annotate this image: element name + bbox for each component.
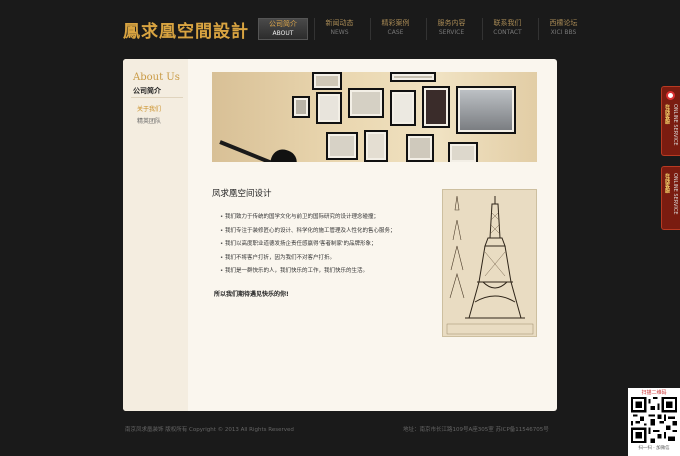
photo-frame — [292, 96, 310, 118]
qr-code-icon — [631, 397, 677, 443]
nav-label-en: XICI BBS — [550, 29, 577, 36]
photo-frame — [406, 134, 434, 162]
eiffel-tower-drawing — [446, 195, 534, 335]
nav-item-news[interactable]: 新闻动态 NEWS — [314, 18, 364, 40]
sidebar-title: About Us — [133, 72, 180, 83]
lamp-arm — [219, 140, 277, 162]
photo-frame — [312, 72, 342, 90]
eiffel-tower-illustration — [442, 189, 537, 337]
photo-frame — [316, 92, 342, 124]
nav-label-cn: 西檬论坛 — [549, 19, 578, 27]
lamp-head — [270, 146, 300, 162]
nav-item-bbs[interactable]: 西檬论坛 XICI BBS — [538, 18, 588, 40]
list-item: 我们是一群快乐的人，我们快乐的工作，我们快乐的生活。 — [220, 265, 396, 279]
nav-item-contact[interactable]: 联系我们 CONTACT — [482, 18, 532, 40]
list-item: 我们专注于装修匠心的设计、科学化的施工管理及人性化的售心服务； — [220, 225, 396, 239]
content-title: 凤求凰空间设计 — [212, 189, 272, 199]
photo-frame — [422, 86, 450, 128]
qr-code-box[interactable]: 扫描二维码 扫一扫 · 加微信 — [628, 388, 680, 456]
online-service-qq-button[interactable]: 在线客服 ONLINE SERVICE — [661, 86, 680, 156]
footer-copyright: 南京凤求凰装饰 版权所有 Copyright © 2013 All Rights… — [125, 427, 294, 433]
nav-label-cn: 联系我们 — [493, 19, 522, 27]
site-logo[interactable]: 鳳求凰空間設計 — [123, 17, 249, 42]
nav-label-cn: 新闻动态 — [325, 19, 354, 27]
main-nav: 公司简介 ABOUT 新闻动态 NEWS 精彩案例 CASE 服务内容 SERV… — [258, 18, 594, 40]
service-label-en: ONLINE SERVICE — [672, 104, 678, 146]
nav-label-cn: 精彩案例 — [381, 19, 410, 27]
qr-caption-bottom: 扫一扫 · 加微信 — [638, 446, 670, 451]
photo-frame — [448, 142, 478, 162]
photo-frame — [390, 90, 416, 126]
photo-frame — [390, 72, 436, 82]
photo-frame — [364, 130, 388, 162]
nav-label-en: ABOUT — [272, 30, 294, 37]
nav-label-en: NEWS — [330, 29, 349, 36]
feature-list: 我们致力于传统的国学文化与前卫的国际研究的设计理念碰撞； 我们专注于装修匠心的设… — [220, 211, 396, 279]
nav-item-service[interactable]: 服务内容 SERVICE — [426, 18, 476, 40]
content-panel: About Us 公司简介 关于我们 精英团队 凤求凰空间设计 我们致力于传统的… — [123, 59, 557, 411]
sidebar-divider — [131, 97, 183, 98]
closing-text: 所以我们期待遇见快乐的你! — [214, 291, 289, 298]
nav-label-en: CONTACT — [493, 29, 522, 36]
nav-item-about[interactable]: 公司简介 ABOUT — [258, 18, 308, 40]
nav-label-en: SERVICE — [438, 29, 465, 36]
photo-frame — [348, 88, 384, 118]
qq-penguin-icon — [666, 91, 675, 100]
service-label-cn: 在线客服 — [664, 104, 670, 124]
list-item: 我们致力于传统的国学文化与前卫的国际研究的设计理念碰撞； — [220, 211, 396, 225]
nav-item-case[interactable]: 精彩案例 CASE — [370, 18, 420, 40]
online-service-button[interactable]: 在线客服 ONLINE SERVICE — [661, 166, 680, 230]
sidebar-link-about[interactable]: 关于我们 — [137, 104, 161, 113]
nav-label-cn: 服务内容 — [437, 19, 466, 27]
banner-image — [212, 72, 537, 162]
nav-label-en: CASE — [387, 29, 404, 36]
sidebar: About Us 公司简介 关于我们 精英团队 — [123, 59, 188, 411]
sidebar-link-team[interactable]: 精英团队 — [137, 116, 161, 125]
photo-frame — [456, 86, 516, 134]
list-item: 我们以高度职业道德发扬企责任感赢得'客者制家'的品牌形象； — [220, 238, 396, 252]
nav-label-cn: 公司简介 — [269, 20, 297, 28]
footer-address: 地址：南京市长江路109号A座305室 苏ICP备11546705号 — [403, 427, 549, 433]
photo-frame — [326, 132, 358, 160]
qr-caption-top: 扫描二维码 — [641, 390, 667, 396]
service-label-en: ONLINE SERVICE — [672, 173, 678, 215]
sidebar-subtitle: 公司简介 — [133, 87, 161, 95]
service-label-cn: 在线客服 — [664, 173, 670, 193]
list-item: 我们不将客户打折，因为我们不对客户打折。 — [220, 252, 396, 266]
